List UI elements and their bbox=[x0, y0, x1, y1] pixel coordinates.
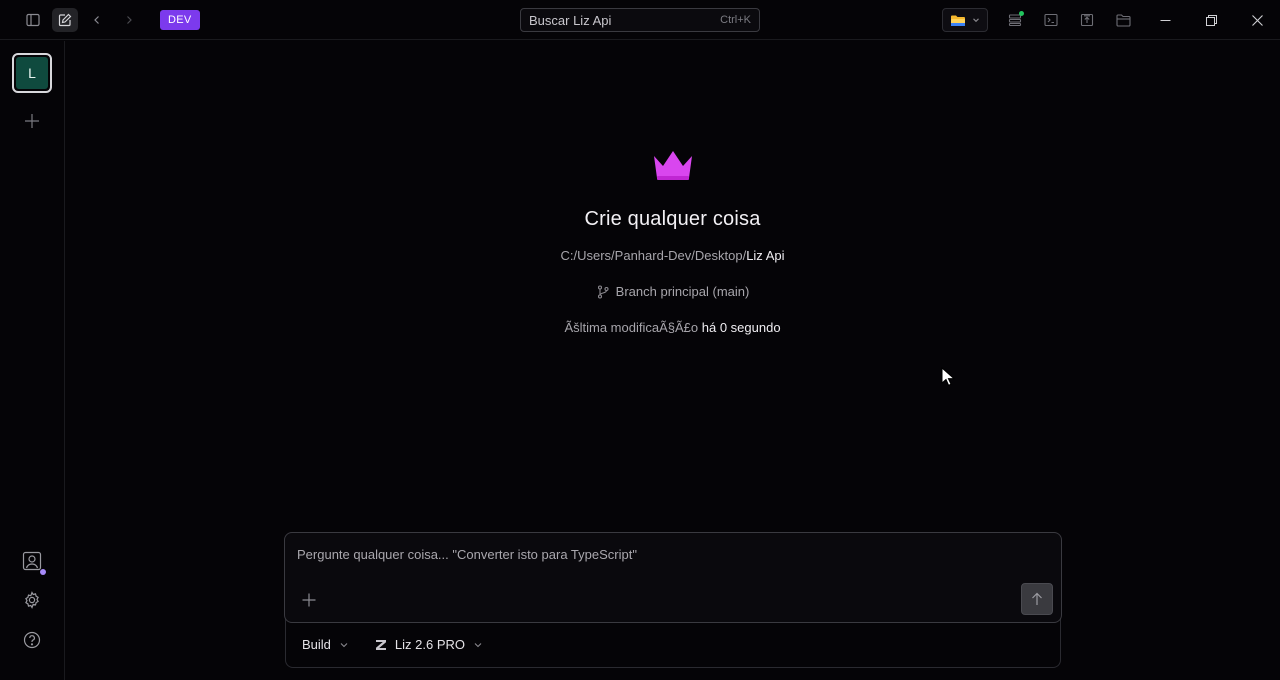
open-in-picker[interactable] bbox=[942, 8, 988, 32]
title-bar-left: DEV bbox=[20, 8, 200, 32]
prompt-composer bbox=[284, 532, 1062, 623]
model-picker[interactable]: Liz 2.6 PRO bbox=[375, 637, 483, 652]
title-bar-tools bbox=[942, 8, 1136, 32]
online-status-dot bbox=[40, 569, 46, 575]
mode-picker[interactable]: Build bbox=[302, 637, 349, 652]
minimize-icon bbox=[1160, 19, 1170, 21]
folder-outline-icon bbox=[1115, 13, 1131, 27]
close-button[interactable] bbox=[1245, 8, 1269, 32]
search-shortcut: Ctrl+K bbox=[720, 14, 751, 26]
last-modified-value: há 0 segundo bbox=[701, 320, 781, 335]
add-workspace-button[interactable] bbox=[20, 109, 44, 133]
empty-state: Crie qualquer coisa C:/Users/Panhard-Dev… bbox=[65, 150, 1280, 339]
forward-button[interactable] bbox=[116, 8, 142, 32]
gear-icon bbox=[25, 591, 39, 609]
search-placeholder: Buscar Liz Api bbox=[529, 12, 612, 28]
last-modified-label: Ãšltima modificaÃ§Ã£o bbox=[564, 320, 699, 335]
upload-button[interactable] bbox=[1074, 8, 1100, 32]
last-modified: Ãšltima modificaÃ§Ã£o há 0 segundo bbox=[65, 317, 1280, 339]
attach-button[interactable] bbox=[297, 588, 321, 612]
workspace-sidebar: L bbox=[0, 41, 65, 680]
back-button[interactable] bbox=[84, 8, 110, 32]
settings-button[interactable] bbox=[20, 588, 44, 612]
sidebar-icon bbox=[26, 13, 40, 27]
mouse-cursor-icon bbox=[941, 367, 955, 386]
terminal-button[interactable] bbox=[1038, 8, 1064, 32]
chevron-down-icon bbox=[340, 642, 348, 647]
send-button[interactable] bbox=[1021, 583, 1053, 615]
branch-label: Branch principal (main) bbox=[615, 284, 750, 299]
hero-title: Crie qualquer coisa bbox=[584, 208, 761, 230]
edit-icon bbox=[58, 13, 72, 27]
project-path: C:/Users/Panhard-Dev/Desktop/Liz Api bbox=[65, 245, 1280, 267]
arrow-up-icon bbox=[1032, 592, 1042, 605]
user-icon bbox=[22, 551, 42, 571]
restore-button[interactable] bbox=[1199, 8, 1223, 32]
close-icon bbox=[1251, 14, 1263, 26]
project-path-prefix: C:/Users/Panhard-Dev/Desktop/ bbox=[560, 248, 747, 263]
terminal-icon bbox=[1044, 13, 1058, 27]
search-box[interactable]: Buscar Liz Api Ctrl+K bbox=[520, 8, 760, 32]
help-icon bbox=[23, 631, 41, 649]
model-logo-icon bbox=[375, 639, 386, 650]
chevron-left-icon bbox=[94, 16, 99, 24]
status-green-dot bbox=[1019, 11, 1024, 16]
new-chat-button[interactable] bbox=[52, 8, 78, 32]
title-bar: DEV Buscar Liz Api Ctrl+K bbox=[0, 0, 1280, 40]
chevron-down-icon bbox=[474, 642, 482, 647]
folder-icon bbox=[951, 15, 965, 26]
branch-info: Branch principal (main) bbox=[65, 281, 1280, 303]
files-button[interactable] bbox=[1110, 8, 1136, 32]
plus-icon bbox=[302, 593, 316, 607]
tool-icons bbox=[1002, 8, 1136, 32]
chevron-right-icon bbox=[127, 16, 132, 24]
prompt-input[interactable] bbox=[297, 547, 997, 562]
workspace-initial: L bbox=[16, 57, 48, 89]
help-button[interactable] bbox=[20, 628, 44, 652]
crown-icon bbox=[653, 151, 692, 180]
source-control-button[interactable] bbox=[1002, 8, 1028, 32]
toggle-sidebar-button[interactable] bbox=[20, 8, 46, 32]
plus-icon bbox=[25, 114, 39, 128]
minimize-button[interactable] bbox=[1153, 8, 1177, 32]
upload-icon bbox=[1080, 13, 1094, 27]
mode-label: Build bbox=[302, 637, 331, 652]
dev-badge: DEV bbox=[160, 10, 200, 30]
project-name: Liz Api bbox=[746, 248, 785, 263]
account-button[interactable] bbox=[20, 549, 46, 575]
git-branch-icon bbox=[597, 285, 609, 299]
workspace-avatar[interactable]: L bbox=[12, 53, 52, 93]
restore-icon bbox=[1205, 14, 1217, 26]
model-label: Liz 2.6 PRO bbox=[394, 637, 466, 652]
chevron-down-icon bbox=[973, 18, 979, 23]
